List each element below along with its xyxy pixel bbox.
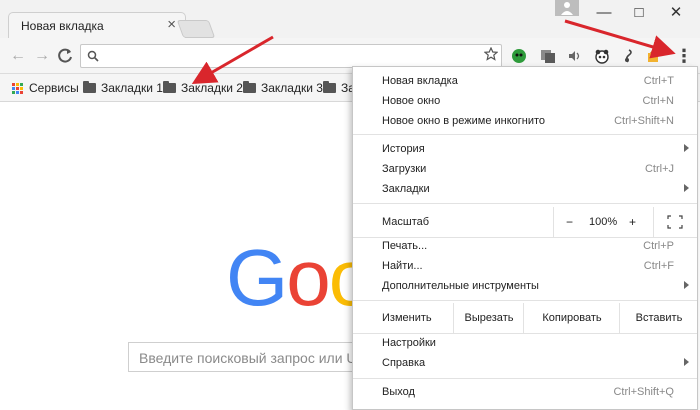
annotation-arrows	[191, 19, 676, 85]
annotation-arrow-menu	[564, 19, 676, 59]
annotation-arrow-bookmarks	[191, 35, 274, 85]
